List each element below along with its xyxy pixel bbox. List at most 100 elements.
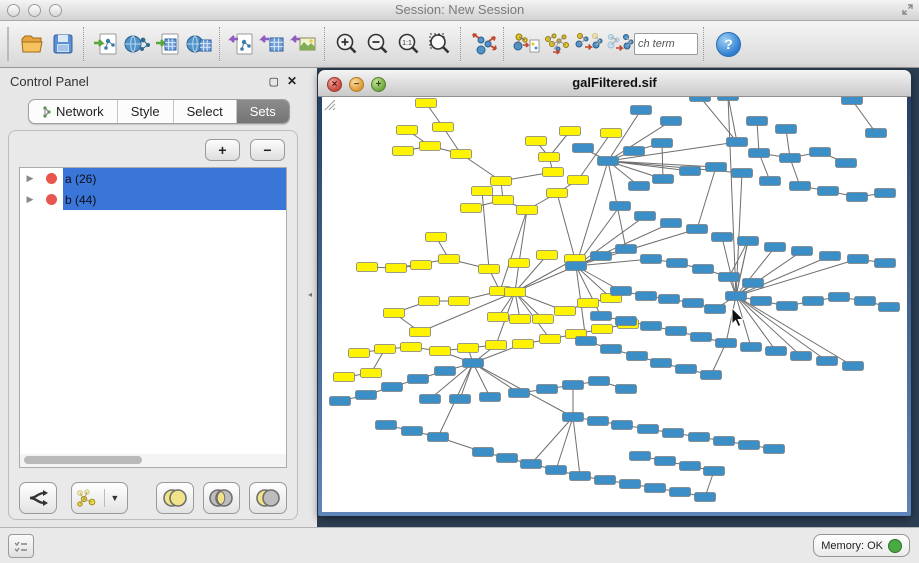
svg-text:1:1: 1:1 — [402, 40, 412, 47]
difference-sets-button[interactable] — [249, 482, 287, 514]
toolbar-separator — [83, 27, 85, 61]
network-node — [356, 391, 377, 400]
network-node — [683, 299, 704, 308]
export-network-button[interactable] — [226, 26, 257, 62]
zoom-selected-button[interactable] — [424, 26, 455, 62]
network-node — [661, 219, 682, 228]
network-node — [433, 123, 454, 132]
import-network-file-button[interactable] — [90, 26, 121, 62]
network-node — [426, 233, 447, 242]
tab-sets[interactable]: Sets — [237, 100, 289, 123]
help-button[interactable]: ? — [716, 32, 741, 57]
network-window-titlebar[interactable]: × − + galFiltered.sif — [318, 70, 911, 97]
network-node — [727, 138, 748, 147]
network-node — [386, 264, 407, 273]
network-node — [875, 189, 896, 198]
float-panel-icon[interactable]: ▢ — [269, 75, 279, 88]
network-node — [539, 153, 560, 162]
network-node — [645, 484, 666, 493]
network-node — [714, 437, 735, 446]
network-node — [667, 259, 688, 268]
close-panel-icon[interactable]: ✕ — [287, 74, 297, 88]
apply-layout-button[interactable] — [467, 26, 498, 62]
list-item[interactable]: ▶ b (44) — [20, 189, 286, 210]
dropdown-arrow-icon[interactable]: ▼ — [104, 489, 124, 507]
network-node — [776, 125, 797, 134]
tab-network[interactable]: Network — [29, 100, 118, 123]
network-node — [566, 262, 587, 271]
intersect-sets-button[interactable] — [203, 482, 241, 514]
memory-status-button[interactable]: Memory: OK — [813, 534, 910, 557]
import-table-web-button[interactable] — [183, 26, 214, 62]
horizontal-scrollbar[interactable] — [19, 454, 287, 468]
show-all-button[interactable] — [603, 26, 634, 62]
tab-select[interactable]: Select — [174, 100, 237, 123]
network-node — [509, 389, 530, 398]
network-node — [661, 117, 682, 126]
set-label: b (44) — [63, 193, 96, 207]
network-node — [486, 341, 507, 350]
hide-selected-button[interactable] — [572, 26, 603, 62]
network-node — [611, 287, 632, 296]
import-table-file-button[interactable] — [152, 26, 183, 62]
save-session-button[interactable] — [47, 26, 78, 62]
zoom-actual-size-button[interactable]: 1:1 — [393, 26, 424, 62]
network-node — [610, 202, 631, 211]
network-node — [704, 467, 725, 476]
network-graph — [322, 97, 907, 512]
network-node — [641, 255, 662, 264]
export-table-button[interactable] — [257, 26, 288, 62]
network-node — [765, 243, 786, 252]
list-item[interactable]: ▶ a (26) — [20, 168, 286, 189]
network-node — [848, 255, 869, 264]
tab-style[interactable]: Style — [118, 100, 174, 123]
zoom-out-button[interactable] — [362, 26, 393, 62]
union-sets-button[interactable] — [156, 482, 194, 514]
network-node — [601, 129, 622, 138]
network-node — [408, 375, 429, 384]
network-node — [741, 343, 762, 352]
zoom-in-button[interactable] — [331, 26, 362, 62]
network-node — [638, 425, 659, 434]
network-canvas[interactable] — [322, 97, 907, 512]
resize-grip-icon[interactable] — [322, 97, 336, 111]
network-node — [513, 340, 534, 349]
plus-icon: + — [218, 143, 226, 157]
new-network-from-selection-button[interactable] — [510, 26, 541, 62]
first-neighbors-button[interactable] — [541, 26, 572, 62]
network-node — [847, 193, 868, 202]
network-node — [803, 297, 824, 306]
network-window[interactable]: × − + galFiltered.sif — [318, 70, 911, 516]
network-node — [526, 137, 547, 146]
venn-union-icon — [161, 488, 189, 508]
network-node — [612, 421, 633, 430]
control-panel-header: Control Panel ▢ ✕ — [0, 68, 305, 96]
export-image-button[interactable] — [288, 26, 319, 62]
network-node — [555, 307, 576, 316]
control-panel-title: Control Panel — [10, 74, 89, 89]
network-node — [543, 168, 564, 177]
remove-set-button[interactable]: − — [250, 139, 285, 161]
expand-icon[interactable]: ▶ — [20, 194, 40, 205]
collapse-divider-icon[interactable]: ◂ — [308, 290, 312, 299]
fullscreen-icon[interactable] — [901, 3, 914, 21]
network-node — [719, 273, 740, 282]
network-node — [546, 466, 567, 475]
import-network-web-button[interactable] — [121, 26, 152, 62]
network-node — [875, 259, 896, 268]
create-set-from-network-button[interactable]: ▼ — [71, 482, 128, 514]
scrollbar-thumb[interactable] — [24, 456, 142, 464]
split-sets-button[interactable] — [19, 482, 57, 514]
expand-icon[interactable]: ▶ — [20, 173, 40, 184]
network-node — [547, 189, 568, 198]
task-monitor-button[interactable] — [8, 534, 34, 558]
network-node — [592, 325, 613, 334]
network-tab-icon — [42, 106, 52, 118]
venn-intersection-icon — [207, 488, 235, 508]
network-node — [537, 385, 558, 394]
add-set-button[interactable]: + — [205, 139, 240, 161]
open-session-button[interactable] — [16, 26, 47, 62]
sets-list: ▶ a (26) ▶ b (44) — [19, 167, 287, 455]
search-input[interactable] — [634, 33, 698, 55]
toolbar-separator — [324, 27, 326, 61]
